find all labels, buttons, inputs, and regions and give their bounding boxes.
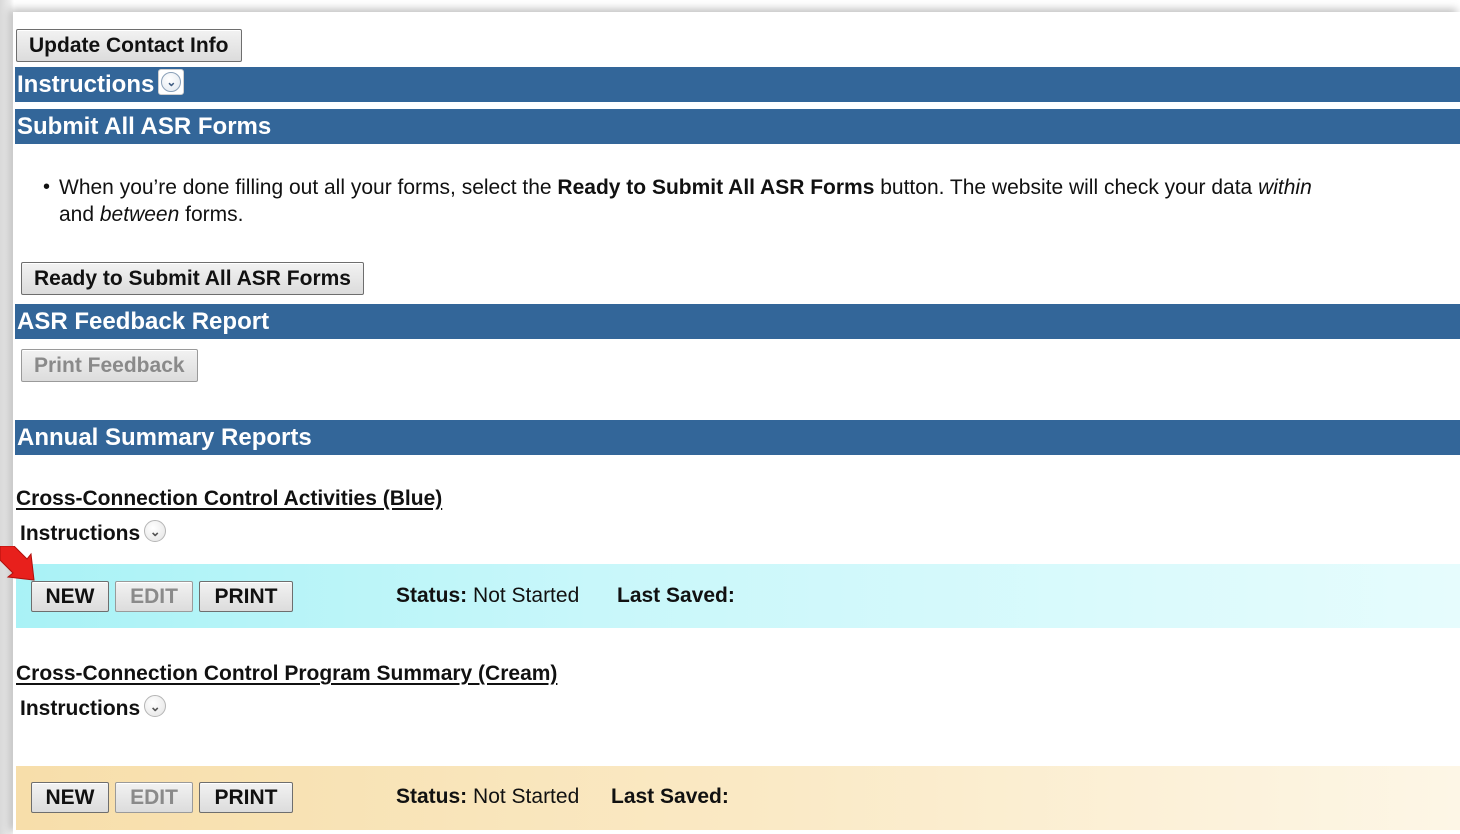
bullet-text-bold: Ready to Submit All ASR Forms bbox=[557, 176, 875, 199]
instructions-label: Instructions bbox=[20, 522, 141, 545]
status-value: Not Started bbox=[473, 785, 580, 808]
chevron-down-icon[interactable]: ⌄ bbox=[144, 520, 167, 543]
instructions-label: Instructions bbox=[20, 697, 141, 720]
submit-section-title: Submit All ASR Forms bbox=[17, 113, 272, 140]
new-button[interactable]: NEW bbox=[31, 581, 109, 612]
instructions-bar[interactable]: Instructions ⌄ bbox=[15, 67, 1460, 102]
print-button[interactable]: PRINT bbox=[199, 581, 293, 612]
print-feedback-button[interactable]: Print Feedback bbox=[21, 349, 198, 382]
status-readout: Status: Not Started bbox=[396, 584, 579, 608]
instructions-bar-title: Instructions bbox=[17, 71, 155, 98]
new-button[interactable]: NEW bbox=[31, 782, 109, 813]
form-row-cream: NEW EDIT PRINT Status: Not Started Last … bbox=[16, 766, 1460, 830]
edit-button[interactable]: EDIT bbox=[115, 782, 193, 813]
last-saved-readout: Last Saved: bbox=[617, 584, 735, 608]
last-saved-readout: Last Saved: bbox=[611, 785, 729, 809]
bullet-text-italic-within: within bbox=[1258, 176, 1312, 199]
reports-section-title: Annual Summary Reports bbox=[17, 424, 312, 451]
chevron-down-icon[interactable]: ⌄ bbox=[158, 68, 185, 95]
bullet-text-3: and bbox=[59, 203, 100, 226]
status-label: Status: bbox=[396, 584, 468, 607]
print-button[interactable]: PRINT bbox=[199, 782, 293, 813]
asr-page: Update Contact Info Instructions ⌄ Submit… bbox=[13, 12, 1460, 834]
ready-to-submit-button[interactable]: Ready to Submit All ASR Forms bbox=[21, 262, 364, 295]
update-contact-info-button[interactable]: Update Contact Info bbox=[16, 29, 242, 62]
submit-instructions-text: • When you’re done filling out all your f… bbox=[43, 174, 1449, 228]
bullet-text-1: When you’re done filling out all your fo… bbox=[59, 176, 558, 199]
form-instructions-cream[interactable]: Instructions ⌄ bbox=[20, 695, 167, 721]
chevron-down-icon[interactable]: ⌄ bbox=[144, 695, 167, 718]
bullet-text-2: button. The website will check your data bbox=[874, 176, 1259, 199]
status-readout: Status: Not Started bbox=[396, 785, 579, 809]
form-instructions-blue[interactable]: Instructions ⌄ bbox=[20, 520, 167, 546]
form-row-blue: NEW EDIT PRINT Status: Not Started Last … bbox=[16, 564, 1460, 628]
red-arrow-icon bbox=[0, 546, 35, 581]
feedback-section-header: ASR Feedback Report bbox=[15, 304, 1460, 339]
status-label: Status: bbox=[396, 785, 468, 808]
bullet-text-4: forms. bbox=[179, 203, 244, 226]
submit-section-header: Submit All ASR Forms bbox=[15, 109, 1460, 144]
last-saved-label: Last Saved: bbox=[617, 584, 735, 607]
bullet-text-italic-between: between bbox=[99, 203, 180, 226]
form-title-cream[interactable]: Cross-Connection Control Program Summary… bbox=[16, 662, 557, 686]
reports-section-header: Annual Summary Reports bbox=[15, 420, 1460, 455]
feedback-section-title: ASR Feedback Report bbox=[17, 308, 270, 335]
bullet-dot: • bbox=[43, 176, 51, 198]
form-title-blue[interactable]: Cross-Connection Control Activities (Blu… bbox=[16, 487, 442, 511]
last-saved-label: Last Saved: bbox=[611, 785, 729, 808]
status-value: Not Started bbox=[473, 584, 580, 607]
edit-button[interactable]: EDIT bbox=[115, 581, 193, 612]
